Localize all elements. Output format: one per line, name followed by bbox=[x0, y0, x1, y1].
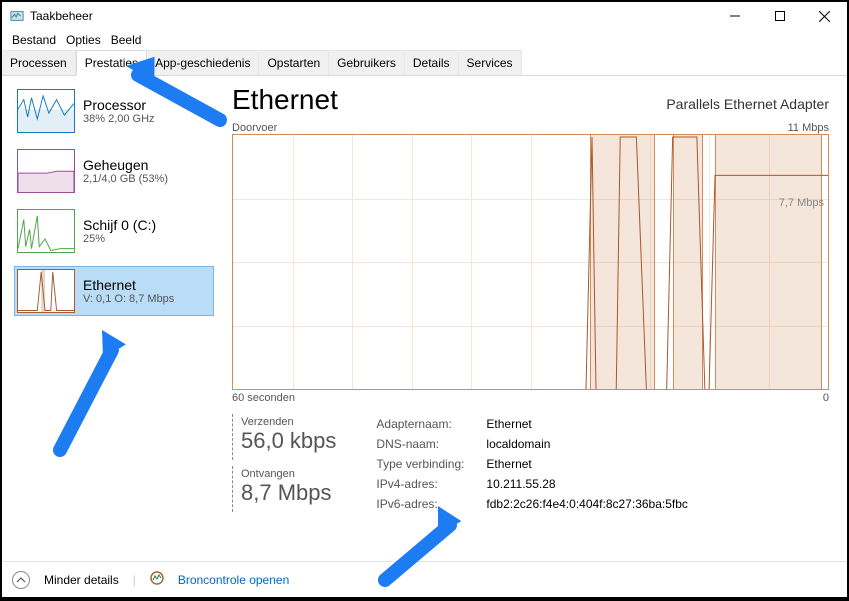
minimize-button[interactable] bbox=[712, 2, 757, 30]
x-axis-right: 0 bbox=[823, 392, 829, 404]
window-controls bbox=[712, 2, 847, 30]
sidebar-item-disk[interactable]: Schijf 0 (C:) 25% bbox=[14, 206, 214, 256]
memory-thumbnail bbox=[17, 149, 75, 193]
throughput-chart: 7,7 Mbps bbox=[232, 134, 829, 390]
menubar: Bestand Opties Beeld bbox=[2, 30, 847, 50]
separator: | bbox=[133, 573, 136, 587]
detail-key: Type verbinding: bbox=[376, 454, 486, 474]
maximize-button[interactable] bbox=[757, 2, 802, 30]
receive-block: Ontvangen 8,7 Mbps bbox=[232, 466, 336, 512]
menu-options[interactable]: Opties bbox=[64, 33, 103, 47]
cpu-thumbnail bbox=[17, 89, 75, 133]
detail-value: Ethernet bbox=[486, 454, 531, 474]
sidebar-item-cpu[interactable]: Processor 38% 2,00 GHz bbox=[14, 86, 214, 136]
tab-startup[interactable]: Opstarten bbox=[259, 50, 329, 75]
detail-key: IPv6-adres: bbox=[376, 494, 486, 514]
memory-title: Geheugen bbox=[83, 157, 168, 173]
chart-label-throughput: Doorvoer bbox=[232, 122, 277, 134]
footer: Minder details | Broncontrole openen bbox=[2, 561, 847, 597]
titlebar[interactable]: Taakbeheer bbox=[2, 2, 847, 30]
disk-sub: 25% bbox=[83, 233, 156, 245]
memory-sub: 2,1/4,0 GB (53%) bbox=[83, 173, 168, 185]
tab-services[interactable]: Services bbox=[459, 50, 522, 75]
page-title: Ethernet bbox=[232, 84, 338, 116]
tab-users[interactable]: Gebruikers bbox=[329, 50, 405, 75]
cpu-sub: 38% 2,00 GHz bbox=[83, 113, 155, 125]
menu-view[interactable]: Beeld bbox=[109, 33, 144, 47]
menu-file[interactable]: Bestand bbox=[10, 33, 58, 47]
window-title: Taakbeheer bbox=[30, 9, 712, 23]
open-resmon-link[interactable]: Broncontrole openen bbox=[178, 573, 289, 587]
detail-key: Adapternaam: bbox=[376, 414, 486, 434]
detail-value: Ethernet bbox=[486, 414, 531, 434]
ethernet-sub: V: 0,1 O: 8,7 Mbps bbox=[83, 293, 174, 305]
x-axis-left: 60 seconden bbox=[232, 392, 295, 404]
tab-performance[interactable]: Prestaties bbox=[76, 50, 147, 76]
close-button[interactable] bbox=[802, 2, 847, 30]
detail-value: 10.211.55.28 bbox=[486, 474, 555, 494]
main-panel: Ethernet Parallels Ethernet Adapter Door… bbox=[220, 76, 847, 561]
chart-label-max: 11 Mbps bbox=[788, 122, 829, 134]
details-table: Adapternaam:Ethernet DNS-naam:localdomai… bbox=[376, 414, 688, 518]
tab-details[interactable]: Details bbox=[405, 50, 459, 75]
disk-thumbnail bbox=[17, 209, 75, 253]
app-icon bbox=[10, 9, 24, 23]
tab-app-history[interactable]: App-geschiedenis bbox=[147, 50, 259, 75]
adapter-name: Parallels Ethernet Adapter bbox=[666, 96, 829, 112]
sidebar: Processor 38% 2,00 GHz Geheugen 2,1/4,0 … bbox=[2, 76, 220, 561]
content-area: Processor 38% 2,00 GHz Geheugen 2,1/4,0 … bbox=[2, 76, 847, 561]
send-block: Verzenden 56,0 kbps bbox=[232, 414, 336, 460]
stats-area: Verzenden 56,0 kbps Ontvangen 8,7 Mbps A… bbox=[232, 414, 829, 518]
sidebar-item-ethernet[interactable]: Ethernet V: 0,1 O: 8,7 Mbps bbox=[14, 266, 214, 316]
send-label: Verzenden bbox=[241, 416, 336, 428]
disk-title: Schijf 0 (C:) bbox=[83, 217, 156, 233]
resmon-icon bbox=[150, 571, 164, 588]
collapse-icon[interactable] bbox=[12, 571, 30, 589]
cpu-title: Processor bbox=[83, 97, 155, 113]
ethernet-thumbnail bbox=[17, 269, 75, 313]
chart-inner-label: 7,7 Mbps bbox=[779, 197, 824, 209]
receive-value: 8,7 Mbps bbox=[241, 480, 336, 506]
tabbar: Processen Prestaties App-geschiedenis Op… bbox=[2, 50, 847, 76]
detail-key: DNS-naam: bbox=[376, 434, 486, 454]
fewer-details-link[interactable]: Minder details bbox=[44, 573, 119, 587]
tab-processes[interactable]: Processen bbox=[2, 50, 76, 75]
task-manager-window: Taakbeheer Bestand Opties Beeld Processe… bbox=[2, 2, 847, 597]
detail-value: localdomain bbox=[486, 434, 550, 454]
detail-key: IPv4-adres: bbox=[376, 474, 486, 494]
receive-label: Ontvangen bbox=[241, 468, 336, 480]
ethernet-title: Ethernet bbox=[83, 277, 174, 293]
sidebar-item-memory[interactable]: Geheugen 2,1/4,0 GB (53%) bbox=[14, 146, 214, 196]
send-value: 56,0 kbps bbox=[241, 428, 336, 454]
detail-value: fdb2:2c26:f4e4:0:404f:8c27:36ba:5fbc bbox=[486, 494, 688, 514]
